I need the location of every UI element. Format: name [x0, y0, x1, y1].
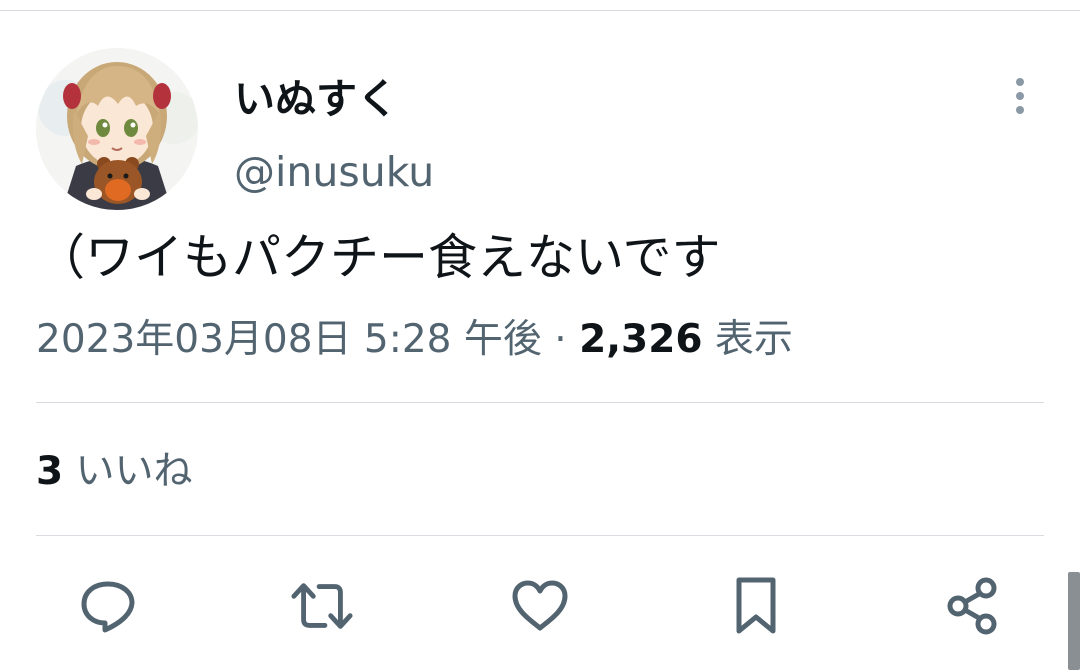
- retweet-button[interactable]: [290, 574, 354, 638]
- more-options-button[interactable]: [1002, 74, 1038, 118]
- scrollbar-thumb[interactable]: [1068, 572, 1080, 670]
- retweet-icon: [291, 583, 353, 629]
- like-button[interactable]: [508, 574, 572, 638]
- tweet-meta-row: 2023年03月08日 5:28 午後 · 2,326 表示: [36, 312, 793, 368]
- likes-label: いいね: [75, 449, 193, 494]
- likes-count: 3: [36, 449, 64, 494]
- bookmark-icon: [736, 577, 776, 634]
- top-divider: [0, 10, 1080, 11]
- share-button[interactable]: [940, 574, 1004, 638]
- author-display-name[interactable]: いぬすく: [234, 72, 398, 126]
- tweet-text: （ワイもパクチー食えないです: [36, 229, 721, 286]
- share-icon: [947, 577, 997, 635]
- heart-icon: [512, 580, 568, 631]
- divider-meta: [36, 402, 1044, 403]
- tweet-timestamp[interactable]: 2023年03月08日 5:28 午後: [36, 317, 542, 362]
- tweet-detail-page: いぬすく @inusuku （ワイもパクチー食えないです 2023年03月08日…: [0, 0, 1080, 670]
- more-vertical-icon: [1016, 78, 1024, 114]
- reply-icon: [81, 581, 135, 633]
- views-label: 表示: [714, 317, 793, 362]
- avatar[interactable]: [36, 48, 198, 210]
- divider-likes: [36, 535, 1044, 536]
- likes-row[interactable]: 3 いいね: [36, 444, 193, 500]
- author-handle[interactable]: @inusuku: [234, 146, 434, 198]
- reply-button[interactable]: [76, 574, 140, 638]
- bookmark-button[interactable]: [724, 574, 788, 638]
- meta-separator: ·: [554, 317, 567, 362]
- anime-girl-holding-bear-avatar: [36, 48, 198, 210]
- views-count: 2,326: [579, 317, 703, 362]
